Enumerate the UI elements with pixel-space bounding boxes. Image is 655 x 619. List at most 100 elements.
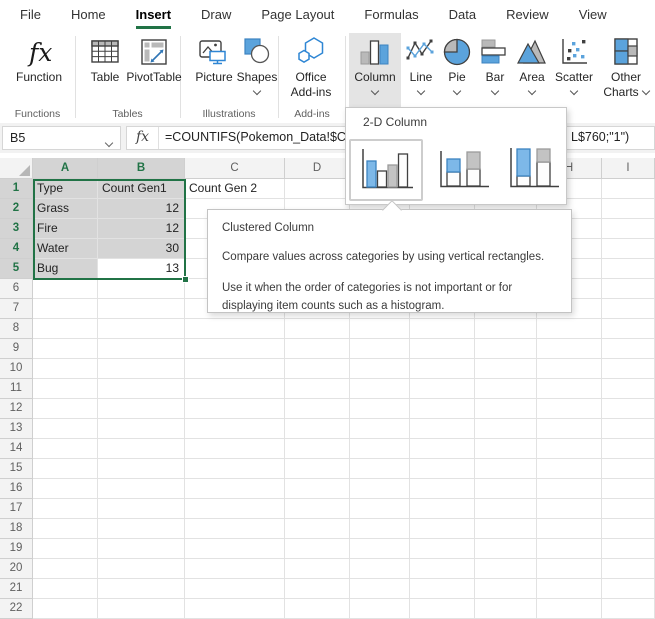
cell-F16[interactable] — [410, 479, 475, 499]
cell-G21[interactable] — [475, 579, 537, 599]
column-header-A[interactable]: A — [33, 158, 98, 179]
cell-E16[interactable] — [350, 479, 410, 499]
cell-F22[interactable] — [410, 599, 475, 619]
cell-F13[interactable] — [410, 419, 475, 439]
column-chart-button[interactable]: Column — [349, 33, 401, 109]
cell-G14[interactable] — [475, 439, 537, 459]
cell-A20[interactable] — [33, 559, 98, 579]
cell-H16[interactable] — [537, 479, 602, 499]
cell-E13[interactable] — [350, 419, 410, 439]
cell-C16[interactable] — [185, 479, 285, 499]
cell-G15[interactable] — [475, 459, 537, 479]
cell-D9[interactable] — [285, 339, 350, 359]
cell-C17[interactable] — [185, 499, 285, 519]
cell-I9[interactable] — [602, 339, 655, 359]
office-addins-button[interactable]: Office Add-ins — [283, 33, 339, 109]
row-header-19[interactable]: 19 — [0, 539, 33, 559]
row-header-15[interactable]: 15 — [0, 459, 33, 479]
cell-A18[interactable] — [33, 519, 98, 539]
cell-H19[interactable] — [537, 539, 602, 559]
cell-I7[interactable] — [602, 299, 655, 319]
cell-H22[interactable] — [537, 599, 602, 619]
cell-I22[interactable] — [602, 599, 655, 619]
cell-A4[interactable]: Water — [33, 239, 98, 259]
row-header-22[interactable]: 22 — [0, 599, 33, 619]
name-box[interactable]: B5 — [2, 126, 121, 150]
other-charts-button[interactable]: Other Charts — [599, 33, 653, 109]
row-header-14[interactable]: 14 — [0, 439, 33, 459]
cell-F14[interactable] — [410, 439, 475, 459]
cell-E10[interactable] — [350, 359, 410, 379]
cell-C19[interactable] — [185, 539, 285, 559]
cell-I13[interactable] — [602, 419, 655, 439]
cell-I16[interactable] — [602, 479, 655, 499]
cell-G12[interactable] — [475, 399, 537, 419]
cell-D20[interactable] — [285, 559, 350, 579]
cell-C10[interactable] — [185, 359, 285, 379]
cell-F19[interactable] — [410, 539, 475, 559]
cell-G22[interactable] — [475, 599, 537, 619]
cell-D19[interactable] — [285, 539, 350, 559]
cell-I6[interactable] — [602, 279, 655, 299]
cell-E12[interactable] — [350, 399, 410, 419]
cell-B7[interactable] — [98, 299, 185, 319]
bar-chart-button[interactable]: Bar — [477, 33, 513, 109]
cell-F11[interactable] — [410, 379, 475, 399]
cell-A22[interactable] — [33, 599, 98, 619]
row-header-18[interactable]: 18 — [0, 519, 33, 539]
cell-A16[interactable] — [33, 479, 98, 499]
cell-D21[interactable] — [285, 579, 350, 599]
cell-A9[interactable] — [33, 339, 98, 359]
row-header-6[interactable]: 6 — [0, 279, 33, 299]
menu-item-data[interactable]: Data — [449, 0, 476, 30]
cell-D16[interactable] — [285, 479, 350, 499]
cell-I1[interactable] — [602, 179, 655, 199]
cell-A8[interactable] — [33, 319, 98, 339]
cell-G10[interactable] — [475, 359, 537, 379]
cell-I5[interactable] — [602, 259, 655, 279]
cell-I21[interactable] — [602, 579, 655, 599]
cell-D17[interactable] — [285, 499, 350, 519]
cell-G8[interactable] — [475, 319, 537, 339]
fill-handle[interactable] — [182, 276, 189, 283]
cell-B6[interactable] — [98, 279, 185, 299]
cell-A1[interactable]: Type — [33, 179, 98, 199]
cell-B5[interactable]: 13 — [98, 259, 185, 279]
cell-B20[interactable] — [98, 559, 185, 579]
cell-B19[interactable] — [98, 539, 185, 559]
cell-A12[interactable] — [33, 399, 98, 419]
menu-item-view[interactable]: View — [579, 0, 607, 30]
cell-F8[interactable] — [410, 319, 475, 339]
cell-F21[interactable] — [410, 579, 475, 599]
cell-C14[interactable] — [185, 439, 285, 459]
cell-C13[interactable] — [185, 419, 285, 439]
row-header-20[interactable]: 20 — [0, 559, 33, 579]
cell-A13[interactable] — [33, 419, 98, 439]
cell-G16[interactable] — [475, 479, 537, 499]
cell-A19[interactable] — [33, 539, 98, 559]
cell-A14[interactable] — [33, 439, 98, 459]
cell-E11[interactable] — [350, 379, 410, 399]
cell-B21[interactable] — [98, 579, 185, 599]
cell-E17[interactable] — [350, 499, 410, 519]
cell-I3[interactable] — [602, 219, 655, 239]
column-header-C[interactable]: C — [185, 158, 285, 179]
cell-H14[interactable] — [537, 439, 602, 459]
cell-B11[interactable] — [98, 379, 185, 399]
picture-button[interactable]: Picture — [191, 33, 237, 109]
row-header-3[interactable]: 3 — [0, 219, 33, 239]
cell-G17[interactable] — [475, 499, 537, 519]
cell-C12[interactable] — [185, 399, 285, 419]
cell-B16[interactable] — [98, 479, 185, 499]
cell-I8[interactable] — [602, 319, 655, 339]
cell-I4[interactable] — [602, 239, 655, 259]
cell-F17[interactable] — [410, 499, 475, 519]
cell-H15[interactable] — [537, 459, 602, 479]
row-header-16[interactable]: 16 — [0, 479, 33, 499]
cell-B22[interactable] — [98, 599, 185, 619]
row-header-10[interactable]: 10 — [0, 359, 33, 379]
menu-item-home[interactable]: Home — [71, 0, 106, 30]
cell-H9[interactable] — [537, 339, 602, 359]
stacked-column-option[interactable] — [434, 145, 494, 195]
cell-E9[interactable] — [350, 339, 410, 359]
